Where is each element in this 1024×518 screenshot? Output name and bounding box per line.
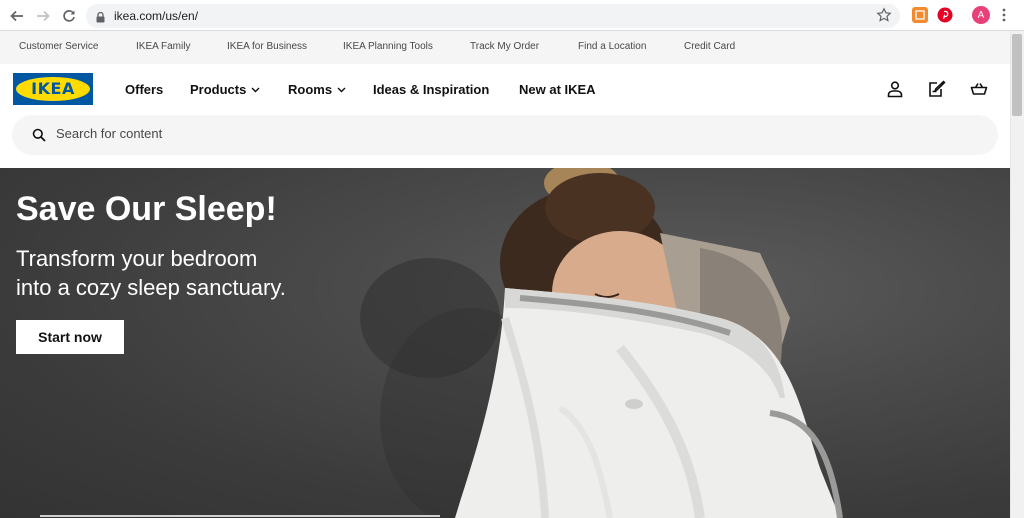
nav-rooms-label: Rooms <box>288 82 333 97</box>
link-customer-service[interactable]: Customer Service <box>19 41 98 52</box>
nav-offers-label: Offers <box>125 82 164 97</box>
star-icon[interactable] <box>876 7 892 28</box>
search-bar[interactable] <box>12 115 998 155</box>
nav-products-label: Products <box>190 82 247 97</box>
hero-banner[interactable]: Save Our Sleep! Transform your bedroom i… <box>0 168 1010 518</box>
chevron-down-icon <box>251 87 260 92</box>
ikea-logo[interactable]: IKEA <box>13 73 93 105</box>
nav-new-label: New at IKEA <box>519 82 596 97</box>
menu-kebab-icon[interactable] <box>1002 8 1006 27</box>
cart-icon[interactable] <box>970 80 988 98</box>
forward-arrow-icon[interactable] <box>32 5 54 27</box>
browser-toolbar: ikea.com/us/en/ A <box>0 0 1024 31</box>
back-arrow-icon[interactable] <box>6 5 28 27</box>
reload-icon[interactable] <box>58 5 80 27</box>
hero-subtitle-line-1: Transform your bedroom <box>16 246 258 271</box>
search-input[interactable] <box>56 126 656 141</box>
nav-ideas-inspiration[interactable]: Ideas & Inspiration <box>373 82 489 97</box>
hero-subtitle: Transform your bedroom into a cozy sleep… <box>16 244 336 302</box>
extension-icon[interactable] <box>912 7 928 23</box>
link-credit-card[interactable]: Credit Card <box>684 41 735 52</box>
chevron-down-icon <box>337 87 346 92</box>
link-find-location[interactable]: Find a Location <box>578 41 646 52</box>
shopping-list-icon[interactable] <box>928 80 946 98</box>
search-icon <box>32 128 46 147</box>
link-ikea-family[interactable]: IKEA Family <box>136 41 190 52</box>
nav-offers[interactable]: Offers <box>125 82 163 97</box>
link-track-order[interactable]: Track My Order <box>470 41 539 52</box>
nav-ideas-label: Ideas & Inspiration <box>373 82 490 97</box>
link-planning-tools[interactable]: IKEA Planning Tools <box>343 41 433 52</box>
logo-text: IKEA <box>31 79 75 98</box>
lock-icon <box>96 10 105 28</box>
link-ikea-for-business[interactable]: IKEA for Business <box>227 41 307 52</box>
hero-title: Save Our Sleep! <box>16 190 277 228</box>
start-now-button[interactable]: Start now <box>16 320 124 354</box>
nav-products[interactable]: Products <box>190 82 260 97</box>
profile-icon[interactable]: A <box>972 6 990 24</box>
nav-new-at-ikea[interactable]: New at IKEA <box>519 82 596 97</box>
nav-rooms[interactable]: Rooms <box>288 82 346 97</box>
url-text: ikea.com/us/en/ <box>114 9 199 23</box>
scrollbar-thumb[interactable] <box>1012 34 1022 116</box>
hero-subtitle-line-2: into a cozy sleep sanctuary. <box>16 275 286 300</box>
profile-icon[interactable] <box>886 80 904 98</box>
utility-links-bar: Customer Service IKEA Family IKEA for Bu… <box>0 31 1010 64</box>
pinterest-icon[interactable] <box>937 7 953 23</box>
address-bar[interactable]: ikea.com/us/en/ <box>86 4 900 28</box>
